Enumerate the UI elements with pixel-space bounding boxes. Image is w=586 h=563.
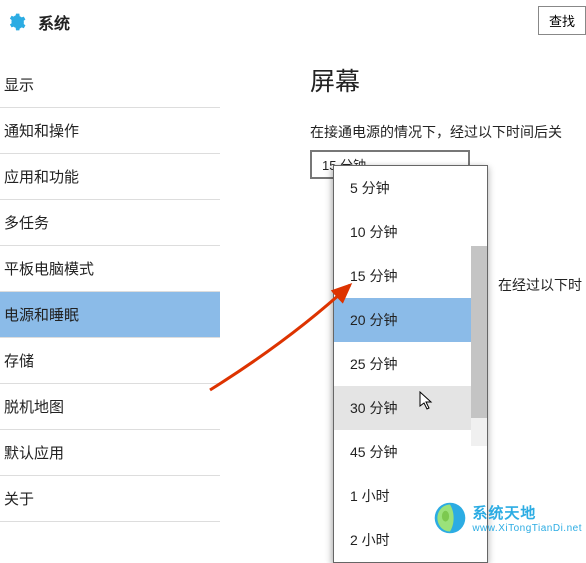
scrollbar-thumb[interactable] — [471, 246, 487, 418]
sidebar-item-label: 电源和睡眠 — [4, 307, 79, 324]
watermark-url: www.XiTongTianDi.net — [472, 523, 582, 534]
option-label: 5 分钟 — [350, 180, 390, 196]
sidebar-item-about[interactable]: 关于 — [0, 476, 220, 522]
sidebar-item-storage[interactable]: 存储 — [0, 338, 220, 384]
option-label: 1 小时 — [350, 488, 390, 504]
dropdown-scrollbar[interactable] — [471, 246, 487, 446]
option-label: 10 分钟 — [350, 224, 397, 240]
sidebar-item-display[interactable]: 显示 — [0, 62, 220, 108]
sidebar-item-label: 通知和操作 — [4, 123, 79, 140]
sidebar-item-label: 默认应用 — [4, 445, 64, 462]
sidebar-item-label: 多任务 — [4, 215, 49, 232]
sidebar-item-label: 存储 — [4, 353, 34, 370]
sidebar-item-power-sleep[interactable]: 电源和睡眠 — [0, 292, 220, 338]
dropdown-option-15min[interactable]: 15 分钟 — [334, 254, 487, 298]
option-label: 25 分钟 — [350, 356, 397, 372]
option-label: 2 小时 — [350, 532, 390, 548]
sidebar-item-offline-maps[interactable]: 脱机地图 — [0, 384, 220, 430]
dropdown-option-5min[interactable]: 5 分钟 — [334, 166, 487, 210]
sidebar-item-label: 脱机地图 — [4, 399, 64, 416]
option-label: 20 分钟 — [350, 312, 397, 328]
dropdown-option-30min[interactable]: 30 分钟 — [334, 386, 487, 430]
find-button[interactable]: 查找 — [538, 6, 586, 35]
page-title: 系统 — [38, 10, 70, 34]
dropdown-option-45min[interactable]: 45 分钟 — [334, 430, 487, 474]
sidebar-item-label: 关于 — [4, 491, 34, 508]
setting-description: 在接通电源的情况下，经过以下时间后关 — [310, 122, 562, 142]
sidebar-item-tablet[interactable]: 平板电脑模式 — [0, 246, 220, 292]
header-bar: 系统 查找 — [0, 0, 586, 44]
section-heading: 屏幕 — [310, 62, 562, 98]
dropdown-option-25min[interactable]: 25 分钟 — [334, 342, 487, 386]
dropdown-option-10min[interactable]: 10 分钟 — [334, 210, 487, 254]
gear-icon — [6, 12, 26, 32]
sidebar-item-label: 应用和功能 — [4, 169, 79, 186]
watermark-globe-icon — [432, 500, 468, 536]
partial-label: 在经过以下时 — [498, 275, 582, 295]
sidebar-item-apps[interactable]: 应用和功能 — [0, 154, 220, 200]
sidebar-item-notifications[interactable]: 通知和操作 — [0, 108, 220, 154]
dropdown-option-20min[interactable]: 20 分钟 — [334, 298, 487, 342]
option-label: 45 分钟 — [350, 444, 397, 460]
sidebar-item-multitask[interactable]: 多任务 — [0, 200, 220, 246]
watermark-text: 系统天地 www.XiTongTianDi.net — [472, 502, 582, 534]
sidebar-item-label: 平板电脑模式 — [4, 261, 94, 278]
watermark: 系统天地 www.XiTongTianDi.net — [432, 500, 582, 536]
option-label: 30 分钟 — [350, 400, 397, 416]
sidebar-item-label: 显示 — [4, 77, 34, 94]
option-label: 15 分钟 — [350, 268, 397, 284]
sidebar: 显示 通知和操作 应用和功能 多任务 平板电脑模式 电源和睡眠 存储 脱机地图 … — [0, 44, 220, 522]
sidebar-item-default-apps[interactable]: 默认应用 — [0, 430, 220, 476]
watermark-title: 系统天地 — [472, 502, 582, 523]
